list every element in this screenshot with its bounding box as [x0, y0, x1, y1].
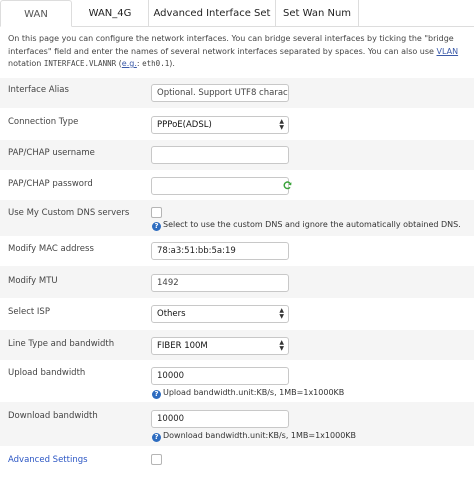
pap-username-input[interactable]: [151, 146, 289, 164]
download-bandwidth-input[interactable]: 10000: [151, 410, 289, 428]
row-upload-bandwidth: Upload bandwidth 10000 ? Upload bandwidth…: [0, 360, 474, 402]
custom-dns-checkbox[interactable]: [151, 207, 162, 218]
isp-label: Select ISP: [8, 307, 50, 317]
refresh-icon[interactable]: [283, 181, 292, 190]
mac-address-label: Modify MAC address: [8, 244, 94, 254]
intro-text-part: notation: [8, 59, 44, 68]
row-custom-dns: Use My Custom DNS servers ? Select to use…: [0, 200, 474, 236]
connection-type-label: Connection Type: [8, 117, 79, 127]
custom-dns-hint-text: Select to use the custom DNS and ignore …: [163, 220, 461, 229]
row-interface-alias: Interface Alias Optional. Support UTF8 c…: [0, 78, 474, 108]
row-pap-username: PAP/CHAP username: [0, 140, 474, 170]
tab-bar: WAN WAN_4G Advanced Interface Set Set Wa…: [0, 0, 474, 27]
pap-username-label: PAP/CHAP username: [8, 148, 95, 158]
row-isp: Select ISP Others ▲ ▼: [0, 298, 474, 330]
line-type-select[interactable]: FIBER 100M ▲ ▼: [151, 337, 289, 355]
select-arrows-icon: ▲ ▼: [279, 118, 284, 131]
row-download-bandwidth: Download bandwidth 10000 ? Download bandw…: [0, 402, 474, 446]
advanced-settings-checkbox[interactable]: [151, 454, 162, 465]
isp-select[interactable]: Others ▲ ▼: [151, 305, 289, 323]
custom-dns-label: Use My Custom DNS servers: [8, 208, 130, 218]
help-icon: ?: [152, 222, 161, 231]
example-code: eth0.1: [142, 59, 170, 68]
isp-value: Others: [157, 309, 186, 319]
tab-wan[interactable]: WAN: [0, 0, 72, 27]
mtu-input[interactable]: 1492: [151, 274, 289, 292]
tab-wan-4g[interactable]: WAN_4G: [72, 0, 148, 27]
tab-set-wan-num[interactable]: Set Wan Num: [276, 0, 358, 27]
download-bandwidth-label: Download bandwidth: [8, 411, 98, 421]
select-arrows-icon: ▲ ▼: [279, 339, 284, 352]
select-arrows-icon: ▲ ▼: [279, 307, 284, 320]
upload-bandwidth-label: Upload bandwidth: [8, 368, 86, 378]
row-advanced-settings: Advanced Settings: [0, 446, 474, 476]
pap-password-input[interactable]: [151, 177, 289, 195]
upload-bandwidth-hint-text: Upload bandwidth.unit:KB/s, 1MB=1x1000KB: [163, 388, 345, 397]
upload-bandwidth-input[interactable]: 10000: [151, 367, 289, 385]
advanced-settings-link[interactable]: Advanced Settings: [8, 455, 88, 465]
interface-alias-input[interactable]: Optional. Support UTF8 characters: [151, 84, 289, 102]
row-mtu: Modify MTU 1492: [0, 266, 474, 298]
notation-code: INTERFACE.VLANNR: [43, 59, 117, 68]
upload-bandwidth-hint: ? Upload bandwidth.unit:KB/s, 1MB=1x1000K…: [152, 388, 344, 399]
mac-address-input[interactable]: 78:a3:51:bb:5a:19: [151, 242, 289, 260]
custom-dns-hint: ? Select to use the custom DNS and ignore…: [152, 220, 461, 231]
vlan-link[interactable]: VLAN: [437, 47, 459, 56]
tab-divider: [358, 0, 359, 27]
line-type-label: Line Type and bandwidth: [8, 339, 115, 349]
row-pap-password: PAP/CHAP password: [0, 170, 474, 200]
help-icon: ?: [152, 390, 161, 399]
connection-type-value: PPPoE(ADSL): [157, 120, 212, 130]
tab-advanced-interface-set[interactable]: Advanced Interface Set: [149, 0, 275, 27]
help-icon: ?: [152, 433, 161, 442]
interface-alias-label: Interface Alias: [8, 85, 69, 95]
intro-text-part: On this page you can configure the netwo…: [8, 34, 454, 56]
intro-text-part: ).: [169, 59, 175, 68]
row-mac-address: Modify MAC address 78:a3:51:bb:5a:19: [0, 236, 474, 266]
row-connection-type: Connection Type PPPoE(ADSL) ▲ ▼: [0, 108, 474, 140]
download-bandwidth-hint-text: Download bandwidth.unit:KB/s, 1MB=1x1000…: [163, 431, 357, 440]
line-type-value: FIBER 100M: [157, 341, 208, 351]
pap-password-label: PAP/CHAP password: [8, 179, 93, 189]
connection-type-select[interactable]: PPPoE(ADSL) ▲ ▼: [151, 116, 289, 134]
intro-text: On this page you can configure the netwo…: [8, 33, 468, 71]
eg-link[interactable]: e.g.: [122, 59, 137, 68]
row-line-type: Line Type and bandwidth FIBER 100M ▲ ▼: [0, 330, 474, 360]
download-bandwidth-hint: ? Download bandwidth.unit:KB/s, 1MB=1x100…: [152, 431, 356, 442]
mtu-label: Modify MTU: [8, 276, 58, 286]
